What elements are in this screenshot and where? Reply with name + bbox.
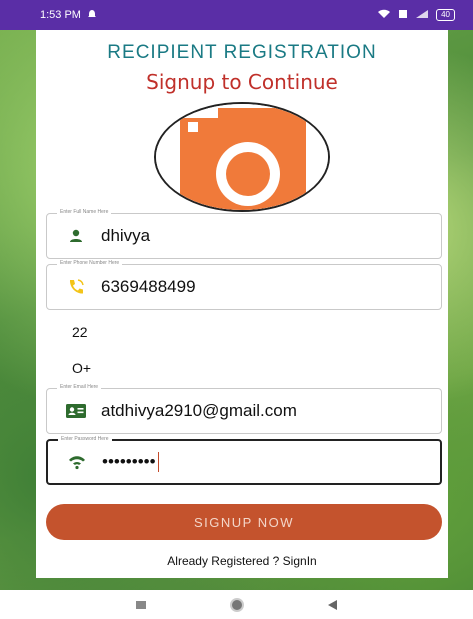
email-field-label: Enter Email Here [57,384,102,390]
profile-photo-picker[interactable] [154,102,330,212]
email-field[interactable]: Enter Email Here atdhivya2910@gmail.com [46,384,442,434]
back-icon[interactable] [328,599,337,610]
notification-icon [87,9,97,22]
name-field-label: Enter Full Name Here [57,209,112,215]
camera-icon [156,104,328,210]
status-time: 1:53 PM [40,9,81,21]
signal-icon [415,9,429,21]
registration-card: RECIPIENT REGISTRATION Signup to Continu… [36,30,448,578]
phone-field[interactable]: Enter Phone Number Here 6369488499 [46,260,442,310]
signup-button[interactable]: SIGNUP NOW [46,504,442,540]
person-icon [65,225,87,247]
status-bar: 1:53 PM 40 [0,0,473,30]
battery-icon: 40 [436,9,455,21]
page-title: RECIPIENT REGISTRATION [107,42,377,63]
wifi-icon [377,9,391,21]
name-value: dhivya [101,226,151,245]
navigation-bar [0,590,473,619]
phone-field-label: Enter Phone Number Here [57,260,123,266]
sim-icon [398,9,408,21]
age-field[interactable]: 22 [72,324,88,340]
phone-icon [65,276,87,298]
text-cursor [157,452,160,472]
password-field[interactable]: Enter Password Here ••••••••• [46,436,442,485]
home-icon[interactable] [230,597,244,612]
page-subtitle: Signup to Continue [146,70,338,94]
recent-apps-icon[interactable] [136,600,146,609]
blood-group-field[interactable]: O+ [72,360,91,376]
phone-value: 6369488499 [101,277,196,296]
name-field[interactable]: Enter Full Name Here dhivya [46,209,442,259]
key-icon [66,451,88,473]
password-value: ••••••••• [102,452,156,471]
password-field-label: Enter Password Here [58,436,112,442]
contact-card-icon [65,400,87,422]
signin-link[interactable]: Already Registered ? SignIn [36,554,448,568]
email-value: atdhivya2910@gmail.com [101,401,297,420]
